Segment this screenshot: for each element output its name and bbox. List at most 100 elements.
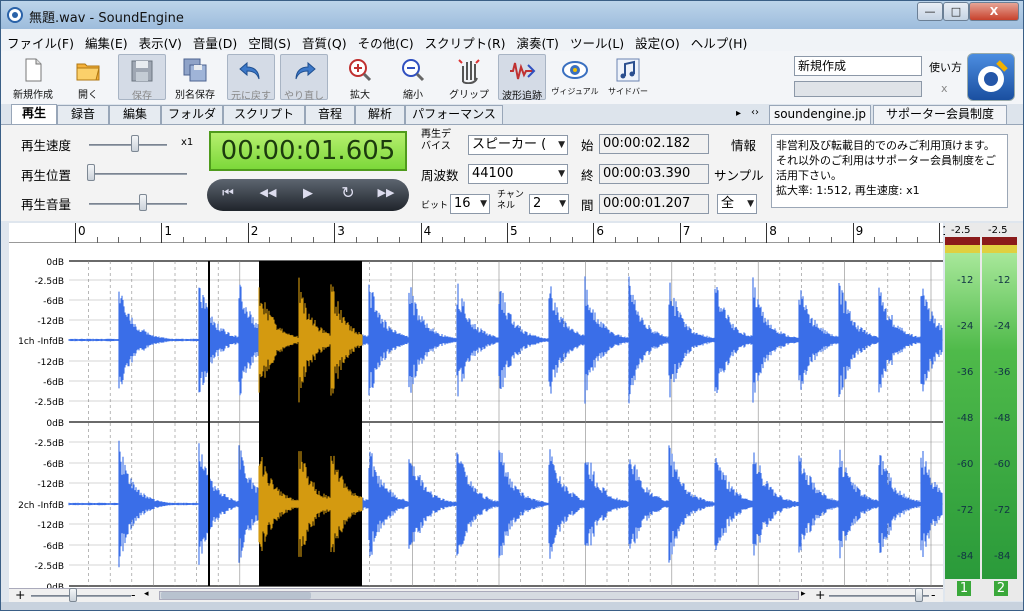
soundengine-link[interactable]: soundengine.jp bbox=[769, 105, 871, 124]
meter-scale-label: -60 bbox=[957, 459, 974, 470]
menu-help[interactable]: ヘルプ(H) bbox=[685, 29, 753, 52]
howto-link[interactable]: 使い方 bbox=[929, 59, 962, 75]
menu-script[interactable]: スクリプト(R) bbox=[419, 29, 511, 52]
db-label: -6dB bbox=[43, 378, 64, 388]
tab-folder[interactable]: フォルダ bbox=[161, 105, 223, 124]
menu-volume[interactable]: 音量(D) bbox=[187, 29, 242, 52]
document-name-field[interactable]: 新規作成 bbox=[794, 56, 922, 76]
follow-waveform-button[interactable]: 波形追跡 bbox=[498, 54, 546, 102]
supporter-link[interactable]: サポーター会員制度 bbox=[873, 105, 1007, 124]
zoom-minus-button[interactable]: - bbox=[131, 587, 136, 602]
end-time-field[interactable]: 00:00:03.390 bbox=[599, 164, 709, 184]
tab-performance[interactable]: パフォーマンス bbox=[405, 105, 503, 124]
meter-peak-bar bbox=[945, 245, 980, 253]
minimize-button[interactable]: — bbox=[917, 2, 943, 21]
save-as-button[interactable]: 別名保存 bbox=[171, 54, 219, 101]
frequency-select[interactable]: 44100 bbox=[468, 164, 568, 184]
device-select[interactable]: スピーカー ( bbox=[468, 135, 568, 155]
tab-analysis[interactable]: 解析 bbox=[355, 105, 405, 124]
meter-scale-label: -12 bbox=[994, 275, 1011, 286]
volume-slider[interactable] bbox=[89, 203, 187, 205]
device-label: 再生デバイス bbox=[421, 129, 451, 152]
waveform-canvas[interactable]: 0dB -2.5dB -6dB -12dB 1ch -InfdB -12dB -6dB -2.… bbox=[9, 243, 943, 588]
speed-slider-thumb[interactable] bbox=[131, 135, 139, 152]
tab-pitch[interactable]: 音程 bbox=[305, 105, 355, 124]
unit-select[interactable]: 全 bbox=[717, 194, 757, 214]
zoom-slider[interactable] bbox=[31, 595, 131, 597]
scrollbar-thumb[interactable] bbox=[161, 592, 311, 599]
db-label: -12dB bbox=[37, 480, 64, 490]
zoom-in-button[interactable]: 拡大 bbox=[336, 54, 384, 101]
app-logo-icon bbox=[967, 53, 1015, 101]
menu-settings[interactable]: 設定(O) bbox=[629, 29, 685, 52]
tab-scroll-arrow-icon[interactable]: ▸ bbox=[736, 108, 741, 119]
first-icon[interactable]: ⏮ bbox=[213, 186, 243, 201]
rewind-icon[interactable]: ◀◀ bbox=[253, 186, 283, 199]
menu-edit[interactable]: 編集(E) bbox=[79, 29, 133, 52]
vertical-zoom-thumb[interactable] bbox=[915, 588, 923, 602]
folder-icon bbox=[76, 63, 100, 81]
start-time-field[interactable]: 00:00:02.182 bbox=[599, 134, 709, 154]
ruler-label: 5 bbox=[510, 224, 518, 238]
waveform-view[interactable]: 0dB -2.5dB -6dB -12dB 1ch -InfdB -12dB -6dB -2.… bbox=[9, 243, 943, 588]
position-slider[interactable] bbox=[89, 173, 187, 175]
tab-play[interactable]: 再生 bbox=[11, 104, 57, 125]
zoom-out-button[interactable]: 縮小 bbox=[389, 54, 437, 101]
vzoom-plus-button[interactable]: + bbox=[815, 587, 825, 602]
menu-view[interactable]: 表示(V) bbox=[133, 29, 187, 52]
close-button[interactable]: X bbox=[969, 2, 1019, 21]
waveform-channel bbox=[68, 276, 943, 404]
open-button[interactable]: 開く bbox=[64, 54, 112, 101]
scroll-left-icon[interactable]: ◂ bbox=[144, 589, 149, 599]
menu-space[interactable]: 空間(S) bbox=[242, 29, 296, 52]
menu-tool[interactable]: ツール(L) bbox=[564, 29, 629, 52]
time-ruler: 012345678910 bbox=[9, 223, 1005, 243]
ruler-label: 0 bbox=[78, 224, 86, 238]
grip-button[interactable]: グリップ bbox=[445, 54, 493, 101]
loop-icon[interactable]: ↻ bbox=[333, 183, 363, 202]
channel-select[interactable]: 2 bbox=[529, 194, 569, 214]
fast-forward-icon[interactable]: ▶▶ bbox=[371, 186, 401, 199]
scroll-right-icon[interactable]: ▸ bbox=[801, 589, 806, 599]
maximize-button[interactable]: □ bbox=[943, 2, 969, 21]
sidebar-button[interactable]: サイドバー bbox=[604, 54, 652, 100]
ruler-tick bbox=[420, 223, 422, 243]
refresh-icon[interactable]: ‹› bbox=[751, 107, 759, 118]
ruler-tick bbox=[939, 223, 940, 243]
vzoom-minus-button[interactable]: - bbox=[931, 587, 936, 602]
meter-peak-label: -2.5 bbox=[951, 225, 971, 236]
menu-quality[interactable]: 音質(Q) bbox=[296, 29, 352, 52]
redo-button[interactable]: やり直し bbox=[280, 54, 328, 102]
speed-slider[interactable] bbox=[89, 144, 167, 146]
search-field[interactable] bbox=[794, 81, 922, 97]
zoom-slider-thumb[interactable] bbox=[69, 588, 77, 602]
volume-slider-thumb[interactable] bbox=[139, 194, 147, 211]
zoom-out-icon bbox=[402, 59, 425, 82]
ruler-tick bbox=[161, 223, 163, 243]
length-time-field[interactable]: 00:00:01.207 bbox=[599, 194, 709, 214]
ruler-tick bbox=[679, 223, 681, 243]
bit-select[interactable]: 16 bbox=[450, 194, 490, 214]
menu-file[interactable]: ファイル(F) bbox=[1, 29, 79, 52]
menu-perform[interactable]: 演奏(T) bbox=[511, 29, 564, 52]
undo-button[interactable]: 元に戻す bbox=[227, 54, 275, 102]
menu-other[interactable]: その他(C) bbox=[352, 29, 419, 52]
position-slider-thumb[interactable] bbox=[87, 164, 95, 181]
new-button[interactable]: 新規作成 bbox=[9, 54, 57, 101]
clear-x-button[interactable]: x bbox=[941, 82, 948, 95]
meter-scale-label: -72 bbox=[957, 505, 974, 516]
tab-record[interactable]: 録音 bbox=[57, 105, 109, 124]
visual-button[interactable]: ヴィジュアル bbox=[551, 54, 599, 100]
zoom-plus-button[interactable]: + bbox=[15, 587, 25, 602]
tab-edit[interactable]: 編集 bbox=[109, 105, 161, 124]
vertical-zoom-slider[interactable] bbox=[829, 595, 929, 597]
play-icon[interactable]: ▶ bbox=[293, 186, 323, 201]
db-label: -6dB bbox=[43, 297, 64, 307]
meter-channel-label: 1 bbox=[957, 581, 971, 596]
music-note-icon bbox=[616, 58, 640, 82]
meter-scale-label: -24 bbox=[957, 321, 974, 332]
zoom-in-icon bbox=[349, 59, 372, 82]
tab-script[interactable]: スクリプト bbox=[223, 105, 305, 124]
save-button[interactable]: 保存 bbox=[118, 54, 166, 102]
db-label: -6dB bbox=[43, 542, 64, 552]
